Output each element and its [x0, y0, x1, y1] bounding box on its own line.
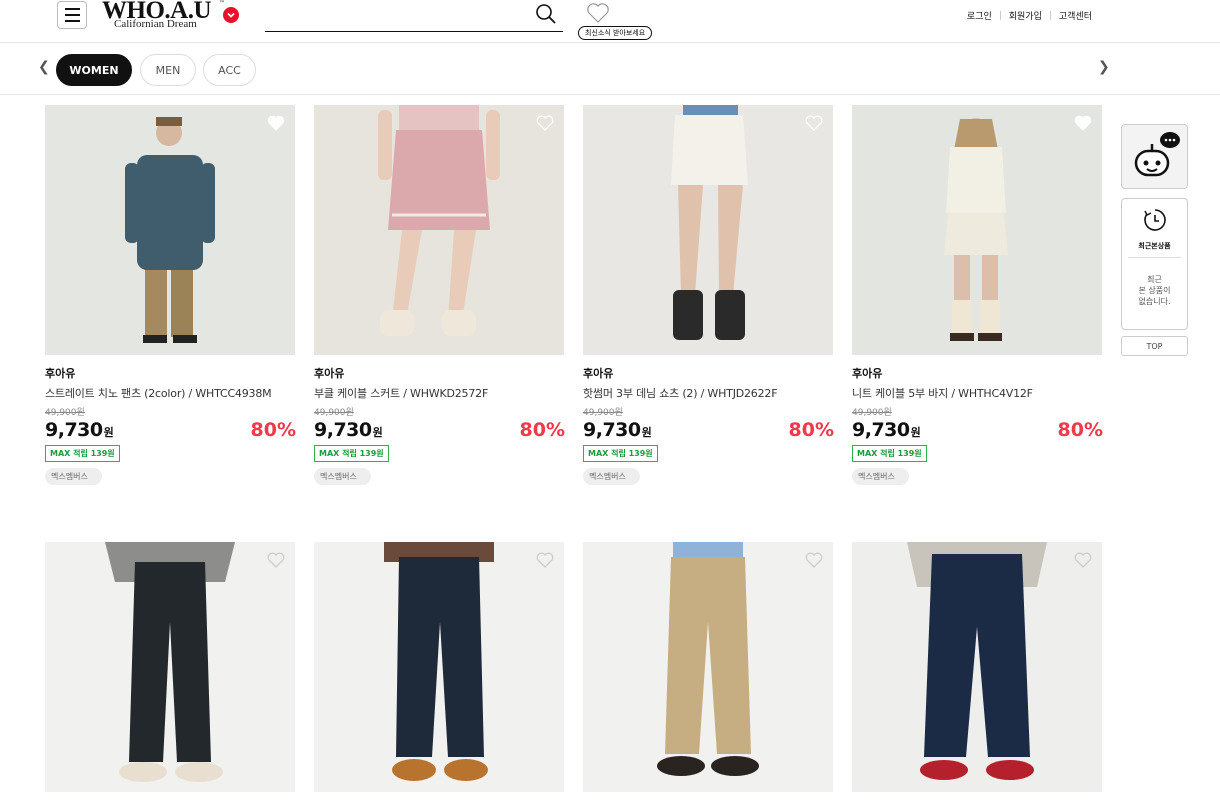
hamburger-line	[64, 20, 80, 22]
original-price: 49,900원	[852, 408, 892, 418]
sale-price-value: 9,730	[45, 419, 103, 441]
search-icon[interactable]	[535, 3, 557, 29]
tab-men[interactable]: MEN	[140, 54, 196, 86]
price-row: 9,730원 80%	[583, 419, 834, 441]
price-row: 9,730원 80%	[45, 419, 296, 441]
original-price: 49,900원	[314, 408, 354, 418]
scroll-top-button[interactable]: TOP	[1121, 336, 1188, 356]
product-name[interactable]: 니트 케이블 5부 바지 / WHTHC4V12F	[852, 385, 1102, 401]
members-badge: 멕스멤버스	[45, 468, 102, 485]
product-image[interactable]	[45, 105, 295, 355]
product-card[interactable]	[583, 542, 833, 792]
price-row: 9,730원 80%	[852, 419, 1103, 441]
clock-icon	[1122, 207, 1187, 237]
product-card[interactable]: 후아유 스트레이트 치노 팬츠 (2color) / WHTCC4938M 49…	[45, 105, 296, 485]
recent-title: 최근본상품	[1128, 241, 1181, 258]
currency: 원	[103, 426, 114, 439]
product-image[interactable]	[45, 542, 295, 792]
max-points-badge: MAX 적립 139원	[852, 445, 927, 462]
tab-women[interactable]: WOMEN	[56, 54, 132, 86]
price-row: 9,730원 80%	[314, 419, 565, 441]
product-card[interactable]	[852, 542, 1102, 792]
sale-price-value: 9,730	[583, 419, 641, 441]
currency: 원	[910, 426, 921, 439]
recent-empty-message: 최근 본 상품이 없습니다.	[1138, 275, 1171, 306]
sale-price-value: 9,730	[314, 419, 372, 441]
hamburger-icon	[64, 8, 80, 10]
recent-viewed-panel: 최근본상품 최근 본 상품이 없습니다.	[1121, 198, 1188, 330]
product-name[interactable]: 스트레이트 치노 팬츠 (2color) / WHTCC4938M	[45, 385, 295, 401]
members-badge: 멕스멤버스	[314, 468, 371, 485]
product-image[interactable]	[583, 542, 833, 792]
divider	[1049, 11, 1051, 20]
category-tabs: ❮ WOMEN MEN ACC ❯	[0, 44, 1220, 95]
hamburger-line	[64, 14, 80, 16]
sale-price: 9,730원	[45, 419, 114, 441]
logo-trademark: ™	[219, 0, 225, 7]
site-logo[interactable]: WHO.A.U ™ Californian Dream	[102, 0, 225, 30]
sale-price: 9,730원	[852, 419, 921, 441]
chatbot-button[interactable]	[1121, 124, 1188, 189]
customer-center-link[interactable]: 고객센터	[1059, 9, 1092, 22]
discount-rate: 80%	[250, 419, 296, 441]
max-points-badge: MAX 적립 139원	[45, 445, 120, 462]
discount-rate: 80%	[1057, 419, 1103, 441]
chevron-left-icon[interactable]: ❮	[38, 59, 50, 75]
chatbot-icon	[1132, 131, 1182, 187]
product-name[interactable]: 부클 케이블 스커트 / WHWKD2572F	[314, 385, 564, 401]
sale-price-value: 9,730	[852, 419, 910, 441]
members-badge: 멕스멤버스	[852, 468, 909, 485]
discount-rate: 80%	[788, 419, 834, 441]
top-links: 로그인 회원가입 고객센터	[967, 9, 1092, 22]
max-points-badge: MAX 적립 139원	[314, 445, 389, 462]
wishlist-heart-icon[interactable]	[1074, 552, 1092, 572]
menu-button[interactable]	[57, 1, 87, 29]
chevron-right-icon[interactable]: ❯	[1098, 59, 1110, 75]
product-brand: 후아유	[583, 367, 614, 380]
product-card[interactable]: 후아유 부클 케이블 스커트 / WHWKD2572F 49,900원 9,73…	[314, 105, 565, 485]
product-card[interactable]	[45, 542, 295, 792]
currency: 원	[641, 426, 652, 439]
product-image[interactable]	[314, 105, 564, 355]
members-badge: 멕스멤버스	[583, 468, 640, 485]
product-image[interactable]	[583, 105, 833, 355]
logo-subtitle: Californian Dream	[114, 18, 197, 30]
sale-price: 9,730원	[583, 419, 652, 441]
tab-acc[interactable]: ACC	[203, 54, 256, 86]
wishlist-heart-icon[interactable]	[1074, 115, 1092, 135]
discount-rate: 80%	[519, 419, 565, 441]
original-price: 49,900원	[45, 408, 85, 418]
product-name[interactable]: 핫썸머 3부 데님 쇼츠 (2) / WHTJD2622F	[583, 385, 833, 401]
login-link[interactable]: 로그인	[967, 9, 992, 22]
search-input[interactable]	[265, 0, 525, 30]
wishlist-heart-icon[interactable]	[536, 115, 554, 135]
wishlist-heart-icon[interactable]	[536, 552, 554, 572]
product-card[interactable]	[314, 542, 564, 792]
signup-link[interactable]: 회원가입	[1009, 9, 1042, 22]
product-card[interactable]: 후아유 니트 케이블 5부 바지 / WHTHC4V12F 49,900원 9,…	[852, 105, 1103, 485]
original-price: 49,900원	[583, 408, 623, 418]
notification-subscribe[interactable]: 최신소식 받아보세요	[578, 2, 670, 40]
search-bar	[265, 0, 563, 32]
currency: 원	[372, 426, 383, 439]
product-image[interactable]	[314, 542, 564, 792]
wishlist-heart-icon[interactable]	[805, 552, 823, 572]
product-brand: 후아유	[45, 367, 76, 380]
notify-label: 최신소식 받아보세요	[578, 26, 653, 40]
heart-outline-icon	[586, 2, 610, 28]
product-card[interactable]: 후아유 핫썸머 3부 데님 쇼츠 (2) / WHTJD2622F 49,900…	[583, 105, 834, 485]
wishlist-heart-icon[interactable]	[267, 552, 285, 572]
max-points-badge: MAX 적립 139원	[583, 445, 658, 462]
product-brand: 후아유	[314, 367, 345, 380]
wishlist-heart-icon[interactable]	[805, 115, 823, 135]
product-image[interactable]	[852, 105, 1102, 355]
product-brand: 후아유	[852, 367, 883, 380]
product-image[interactable]	[852, 542, 1102, 792]
sale-price: 9,730원	[314, 419, 383, 441]
chevron-down-badge-icon[interactable]	[223, 7, 239, 23]
divider	[999, 11, 1001, 20]
wishlist-heart-icon[interactable]	[267, 115, 285, 135]
site-header: WHO.A.U ™ Californian Dream 최신소식 받아보세요 로…	[0, 0, 1220, 43]
